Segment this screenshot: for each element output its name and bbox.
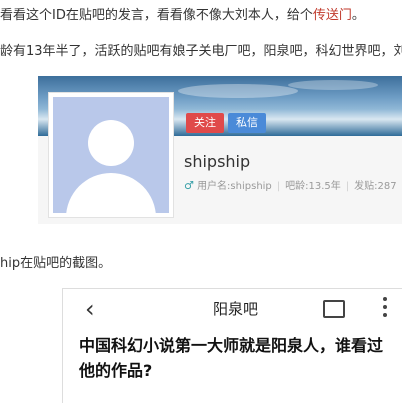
male-icon: ♂	[184, 179, 194, 192]
more-icon[interactable]	[383, 297, 387, 321]
meta-post-count: 发贴:287	[354, 181, 397, 192]
profile-meta: ♂ 用户名:shipship | 吧龄:13.5年 | 发贴:287	[184, 177, 397, 192]
back-icon[interactable]: ‹	[85, 295, 95, 323]
avatar[interactable]	[53, 97, 169, 213]
message-button[interactable]: 私信	[228, 113, 266, 133]
meta-username: 用户名:shipship	[197, 181, 272, 192]
follow-button[interactable]: 关注	[186, 113, 224, 133]
phone-screenshot: ‹ 阳泉吧 中国科幻小说第一大师就是阳泉人，谁看过他的作品?	[62, 288, 402, 403]
article-text-end: 。	[351, 8, 365, 23]
article-line-1: 看看这个ID在贴吧的发言，看看像不像大刘本人，给个传送门。	[0, 4, 365, 23]
banner-wave	[178, 84, 298, 98]
divider: |	[345, 181, 350, 192]
portal-link[interactable]: 传送门	[313, 8, 352, 23]
avatar-frame	[48, 92, 174, 218]
profile-card: 关注 私信 shipship ♂ 用户名:shipship | 吧龄:13.5年 | 发…	[38, 76, 402, 224]
post-title[interactable]: 中国科幻小说第一大师就是阳泉人，谁看过他的作品?	[79, 333, 395, 383]
avatar-head	[88, 120, 134, 166]
chat-icon[interactable]	[323, 300, 345, 318]
meta-bar-age: 吧龄:13.5年	[285, 181, 341, 192]
avatar-body	[66, 173, 156, 213]
divider: |	[276, 181, 281, 192]
banner-wave	[288, 80, 378, 90]
article-text: 看看这个ID在贴吧的发言，看看像不像大刘本人，给个	[0, 8, 313, 23]
article-line-3: hip在贴吧的截图。	[0, 256, 112, 271]
article-line-2: 龄有13年半了，活跃的贴吧有娘子关电厂吧，阳泉吧，科幻世界吧，刘慈	[0, 44, 402, 59]
forum-title: 阳泉吧	[213, 300, 259, 318]
username[interactable]: shipship	[184, 152, 250, 171]
